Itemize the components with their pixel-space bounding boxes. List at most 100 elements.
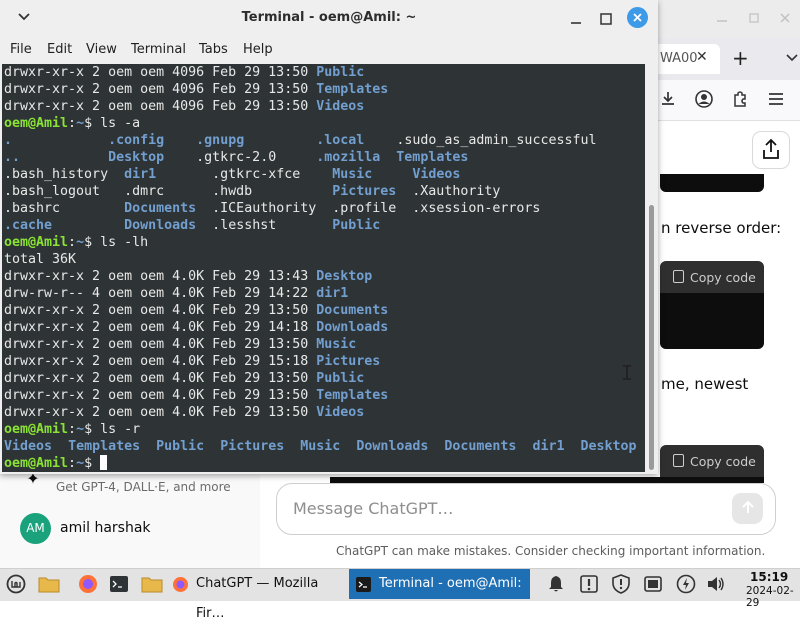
terminal-window: Terminal - oem@Amil: ~ File Edit View Te… [0,0,658,474]
terminal-dir-name: Templates [68,439,141,454]
extensions-icon[interactable] [730,89,750,109]
browser-maximize-button[interactable] [748,12,760,27]
update-manager-icon[interactable] [579,574,599,594]
terminal-line: .bashrc Documents .ICEauthority .profile… [4,200,637,217]
menu-file[interactable]: File [10,42,32,57]
terminal-dir-name: . [4,133,13,148]
terminal-dir-name: Public [332,218,381,233]
downloads-icon[interactable] [658,89,678,109]
terminal-text-segment: : [68,456,77,471]
clock-time[interactable]: 15:19 [750,570,788,584]
terminal-text-segment: .lesshst [196,218,333,233]
browser-tab-close-icon[interactable]: ✕ [696,49,708,65]
copy-code-button[interactable]: Copy code [673,454,756,469]
menu-view[interactable]: View [86,42,117,57]
terminal-dir-name: Downloads [316,320,389,335]
terminal-launcher-icon[interactable] [109,574,129,594]
terminal-line: .. Desktop .gtkrc-2.0 .mozilla Templates [4,149,637,166]
firefox-launcher-icon[interactable] [78,574,98,594]
terminal-line: oem@Amil:~$ ls -a [4,115,637,132]
browser-minimize-button[interactable] [716,12,728,27]
mint-menu-icon[interactable] [6,574,26,594]
account-icon[interactable] [694,89,714,109]
menu-terminal[interactable]: Terminal [131,42,186,57]
scrollbar-thumb[interactable] [649,205,654,470]
new-tab-button[interactable]: + [732,46,749,70]
terminal-line: .bash_logout .dmrc .hwdb Pictures .Xauth… [4,183,637,200]
terminal-text-segment: .bash_history [4,167,125,182]
terminal-dir-name: .. [4,150,21,165]
terminal-prompt: oem@Amil [4,235,69,250]
shield-icon[interactable] [611,574,631,594]
terminal-dir-name: Videos [412,167,461,182]
terminal-line: drwxr-xr-x 2 oem oem 4.0K Feb 29 13:43 D… [4,268,637,285]
taskbar-task-terminal[interactable]: Terminal - oem@Amil: ~ [349,569,530,621]
terminal-text-segment: drwxr-xr-x 2 oem oem 4.0K Feb 29 14:18 [4,320,317,335]
terminal-dir-name: .cache [4,218,53,233]
terminal-icon [355,575,372,592]
browser-close-button[interactable] [779,12,791,27]
copy-code-button[interactable]: Copy code [673,270,756,285]
terminal-text-segment: drwxr-xr-x 2 oem oem 4.0K Feb 29 13:50 [4,303,317,318]
terminal-dir-name: dir1 [316,286,349,301]
terminal-dir-name: Templates [396,150,469,165]
terminal-dir-name: Documents [444,439,517,454]
terminal-line: drwxr-xr-x 2 oem oem 4.0K Feb 29 14:18 D… [4,319,637,336]
show-desktop-icon[interactable] [38,574,60,594]
maximize-button[interactable] [599,11,613,25]
terminal-line: drwxr-xr-x 2 oem oem 4.0K Feb 29 13:50 D… [4,302,637,319]
clock-date[interactable]: 2024-02-29 [746,585,800,609]
menu-help[interactable]: Help [243,42,273,57]
terminal-text-segment: drwxr-xr-x 2 oem oem 4.0K Feb 29 13:50 [4,405,317,420]
terminal-output[interactable]: drwxr-xr-x 2 oem oem 4096 Feb 29 13:50 P… [2,64,645,472]
user-name[interactable]: amil harshak [60,520,151,536]
terminal-text-segment: .Xauthority [396,184,501,199]
terminal-text-segment: .gtkrc-2.0 [164,150,317,165]
terminal-dir-name: Public [316,65,365,80]
close-button[interactable] [627,7,648,28]
terminal-line: drwxr-xr-x 2 oem oem 4.0K Feb 29 13:50 P… [4,370,637,387]
menu-tabs[interactable]: Tabs [199,42,228,57]
menu-edit[interactable]: Edit [47,42,72,57]
avatar[interactable]: AM [20,513,51,544]
terminal-text-segment: total 36K [4,252,77,267]
workspace-icon[interactable] [643,574,663,594]
terminal-text-segment: : [68,422,77,437]
terminal-dir-name: dir1 [532,439,565,454]
terminal-line: drwxr-xr-x 2 oem oem 4.0K Feb 29 13:50 V… [4,404,637,421]
terminal-dir-name: Templates [316,388,389,403]
terminal-dir-name: Music [316,337,357,352]
terminal-line: . .config .gnupg .local .sudo_as_admin_s… [4,132,637,149]
message-placeholder: Message ChatGPT… [293,499,454,518]
terminal-dir-name: ~ [76,456,85,471]
terminal-text-segment: .bash_logout .dmrc .hwdb [4,184,333,199]
terminal-line: .bash_history dir1 .gtkrc-xfce Music Vid… [4,166,637,183]
tab-list-chevron-icon[interactable] [786,51,798,65]
terminal-dir-name: .gnupg [196,133,245,148]
terminal-dir-name: ~ [76,235,85,250]
notifications-icon[interactable] [546,574,566,594]
send-button[interactable] [732,493,763,524]
terminal-dir-name: dir1 [124,167,157,182]
terminal-line: Videos Templates Public Pictures Music D… [4,438,637,455]
files-launcher-icon[interactable] [141,574,163,594]
terminal-text-segment: drwxr-xr-x 2 oem oem 4.0K Feb 29 13:50 [4,337,317,352]
minimize-button[interactable] [569,11,583,25]
hamburger-menu-icon[interactable] [766,89,786,109]
terminal-dir-name: ~ [76,422,85,437]
power-icon[interactable] [676,574,696,594]
volume-icon[interactable] [706,574,726,594]
terminal-dir-name: .mozilla [316,150,381,165]
firefox-icon [172,575,189,592]
terminal-dir-name: Pictures [316,354,381,369]
share-button[interactable] [752,131,790,169]
taskbar-task-chatgpt[interactable]: ChatGPT — Mozilla Fir… [166,569,346,621]
